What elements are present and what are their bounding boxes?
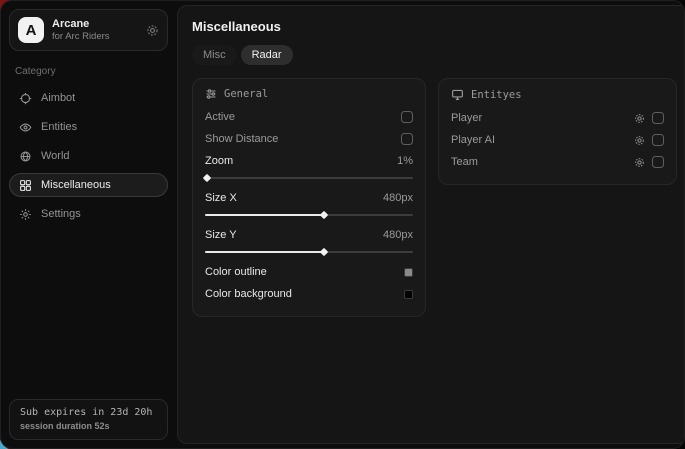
sidebar-item-label: Settings [41,208,81,220]
crosshair-icon [19,92,32,105]
size-y-slider-thumb[interactable] [319,248,327,256]
sidebar-item-label: Miscellaneous [41,179,111,191]
size-y-value: 480px [383,229,413,241]
general-card: General Active Show Distance Zoom 1% Size X 4… [192,78,426,317]
size-y-label: Size Y [205,229,237,241]
monitor-icon [451,88,464,101]
color-outline-swatch[interactable] [404,268,413,277]
app-name: Arcane [52,18,138,31]
player-ai-row: Player AI [451,129,664,151]
team-checkbox[interactable] [652,156,664,168]
player-label: Player [451,112,482,124]
globe-icon [19,150,32,163]
zoom-label: Zoom [205,155,233,167]
zoom-slider[interactable] [205,174,413,182]
player-ai-config-gear-icon[interactable] [634,135,645,146]
grid-icon [19,179,32,192]
sidebar-item-settings[interactable]: Settings [9,202,168,226]
team-label: Team [451,156,478,168]
session-duration-text: session duration 52s [20,421,157,431]
sidebar-item-label: Aimbot [41,92,75,104]
active-label: Active [205,111,235,123]
entities-card: Entityes Player Player AI Team [438,78,677,185]
app-window: A Arcane for Arc Riders Category Aimbot E… [0,0,685,449]
size-x-slider[interactable] [205,211,413,219]
sidebar-item-entities[interactable]: Entities [9,115,168,139]
sidebar-nav: Aimbot Entities World Miscellaneous Settings [9,86,168,226]
player-config-gear-icon[interactable] [634,113,645,124]
app-logo: A [18,17,44,43]
subscription-card: Sub expires in 23d 20h session duration … [9,399,168,440]
player-ai-label: Player AI [451,134,495,146]
category-label: Category [15,66,162,77]
settings-gear-icon[interactable] [146,24,159,37]
size-x-value: 480px [383,192,413,204]
size-y-slider[interactable] [205,248,413,256]
color-background-swatch[interactable] [404,290,413,299]
main-panel: Miscellaneous Misc Radar General Active S… [177,5,685,444]
player-checkbox[interactable] [652,112,664,124]
team-config-gear-icon[interactable] [634,157,645,168]
size-x-label: Size X [205,192,237,204]
sidebar-item-aimbot[interactable]: Aimbot [9,86,168,110]
general-card-title: General [224,88,268,100]
gear-icon [19,208,32,221]
sidebar: A Arcane for Arc Riders Category Aimbot E… [1,1,176,448]
entities-card-title: Entityes [471,89,522,101]
sidebar-item-label: World [41,150,70,162]
show-distance-checkbox[interactable] [401,133,413,145]
color-outline-label: Color outline [205,266,267,278]
eye-icon [19,121,32,134]
team-row: Team [451,151,664,173]
sub-expiry-text: Sub expires in 23d 20h [20,407,157,418]
tab-bar: Misc Radar [192,45,677,65]
zoom-value: 1% [397,155,413,167]
tab-misc[interactable]: Misc [192,45,237,65]
player-ai-checkbox[interactable] [652,134,664,146]
app-subtitle: for Arc Riders [52,31,138,42]
player-row: Player [451,107,664,129]
zoom-slider-thumb[interactable] [203,174,211,182]
sidebar-item-label: Entities [41,121,77,133]
sliders-icon [205,88,217,100]
page-title: Miscellaneous [192,19,677,34]
sidebar-item-world[interactable]: World [9,144,168,168]
active-checkbox[interactable] [401,111,413,123]
logo-card: A Arcane for Arc Riders [9,9,168,51]
size-x-slider-thumb[interactable] [319,211,327,219]
show-distance-label: Show Distance [205,133,278,145]
color-background-label: Color background [205,288,292,300]
sidebar-item-miscellaneous[interactable]: Miscellaneous [9,173,168,197]
tab-radar[interactable]: Radar [241,45,293,65]
